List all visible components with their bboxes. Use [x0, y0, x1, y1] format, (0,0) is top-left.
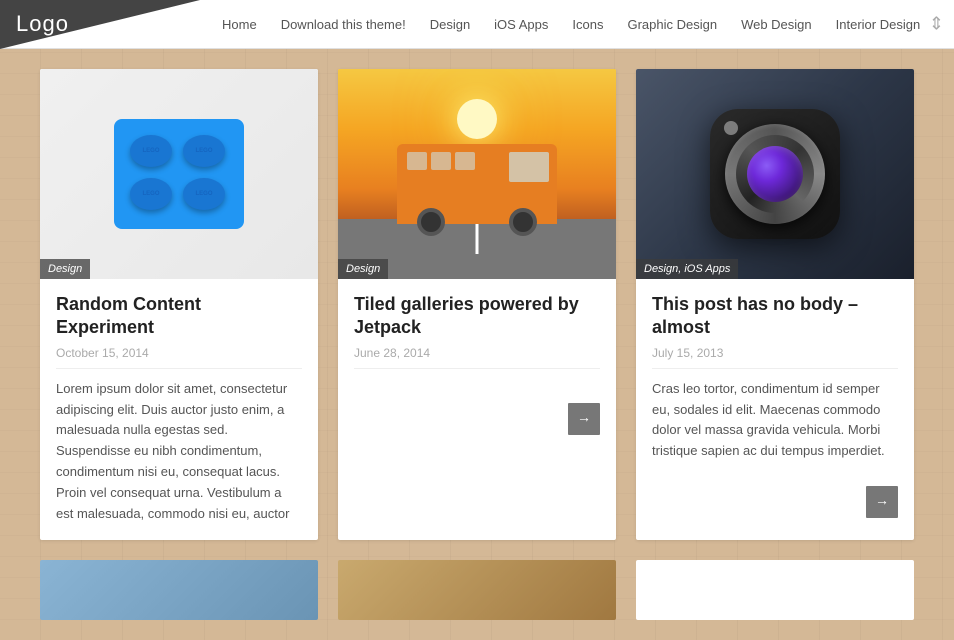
camera-lens-shine [724, 121, 738, 135]
card-2: Design Tiled galleries powered by Jetpac… [338, 69, 616, 540]
lego-illustration: LEGO LEGO LEGO LEGO [114, 119, 244, 229]
card-3-tag[interactable]: Design, iOS Apps [636, 259, 738, 279]
card-2-arrow-button[interactable]: → [568, 403, 600, 435]
nav-icons[interactable]: Icons [560, 0, 615, 49]
site-header: Logo Home Download this theme! Design iO… [0, 0, 954, 49]
bottom-row [40, 560, 914, 620]
card-1: LEGO LEGO LEGO LEGO Design R [40, 69, 318, 540]
card-1-title: Random Content Experiment [56, 293, 302, 340]
card-2-body: Tiled galleries powered by Jetpack June … [338, 279, 616, 395]
card-grid: LEGO LEGO LEGO LEGO Design R [40, 69, 914, 540]
lego-stud-1: LEGO [130, 135, 172, 167]
card-3-date: July 15, 2013 [652, 346, 898, 369]
bottom-card-2-image [338, 560, 616, 620]
card-1-date: October 15, 2014 [56, 346, 302, 369]
bottom-card-2 [338, 560, 616, 620]
bus-windows [407, 152, 475, 170]
camera-app-icon [710, 109, 840, 239]
card-1-excerpt: Lorem ipsum dolor sit amet, consectetur … [56, 379, 302, 525]
camera-lens-outer [725, 124, 825, 224]
bus-windshield [509, 152, 549, 182]
bottom-card-1-image [40, 560, 318, 620]
card-3-excerpt: Cras leo tortor, condimentum id semper e… [652, 379, 898, 462]
nav-design[interactable]: Design [418, 0, 482, 49]
camera-lens-inner [747, 146, 803, 202]
bus-road-line [476, 224, 479, 254]
nav-home[interactable]: Home [210, 0, 269, 49]
card-3-body: This post has no body – almost July 15, … [636, 279, 914, 478]
nav-graphic-design[interactable]: Graphic Design [615, 0, 729, 49]
card-3-image: Design, iOS Apps [636, 69, 914, 279]
card-3-arrow-button[interactable]: → [866, 486, 898, 518]
bus-vehicle [397, 144, 557, 224]
main-content: LEGO LEGO LEGO LEGO Design R [0, 49, 954, 640]
card-1-tag[interactable]: Design [40, 259, 90, 279]
bus-window-1 [407, 152, 427, 170]
card-3: Design, iOS Apps This post has no body –… [636, 69, 914, 540]
bus-window-2 [431, 152, 451, 170]
scroll-indicator: ⇕ [929, 14, 944, 35]
bottom-card-1 [40, 560, 318, 620]
card-2-date: June 28, 2014 [354, 346, 600, 369]
bus-sun [457, 99, 497, 139]
camera-lens-mid [736, 135, 814, 213]
card-1-image: LEGO LEGO LEGO LEGO Design [40, 69, 318, 279]
card-1-body: Random Content Experiment October 15, 20… [40, 279, 318, 540]
bus-window-3 [455, 152, 475, 170]
card-2-tag[interactable]: Design [338, 259, 388, 279]
card-3-title: This post has no body – almost [652, 293, 898, 340]
nav-web-design[interactable]: Web Design [729, 0, 824, 49]
nav-download[interactable]: Download this theme! [269, 0, 418, 49]
card-2-title: Tiled galleries powered by Jetpack [354, 293, 600, 340]
lego-stud-2: LEGO [183, 135, 225, 167]
bus-wheel-right [509, 208, 537, 236]
card-2-tag-overlay: Design [338, 259, 388, 279]
bottom-card-3 [636, 560, 914, 620]
lego-stud-4: LEGO [183, 178, 225, 210]
lego-stud-3: LEGO [130, 178, 172, 210]
card-2-arrow-area: → [338, 395, 616, 449]
card-1-tag-overlay: Design [40, 259, 90, 279]
card-3-arrow-area: → [636, 478, 914, 532]
main-nav: Home Download this theme! Design iOS App… [210, 0, 932, 49]
nav-ios-apps[interactable]: iOS Apps [482, 0, 560, 49]
card-2-image: Design [338, 69, 616, 279]
nav-interior-design[interactable]: Interior Design [824, 0, 933, 49]
bus-wheel-left [417, 208, 445, 236]
logo-text: Logo [16, 11, 69, 37]
logo-area[interactable]: Logo [0, 0, 200, 49]
card-3-tag-overlay: Design, iOS Apps [636, 259, 738, 279]
